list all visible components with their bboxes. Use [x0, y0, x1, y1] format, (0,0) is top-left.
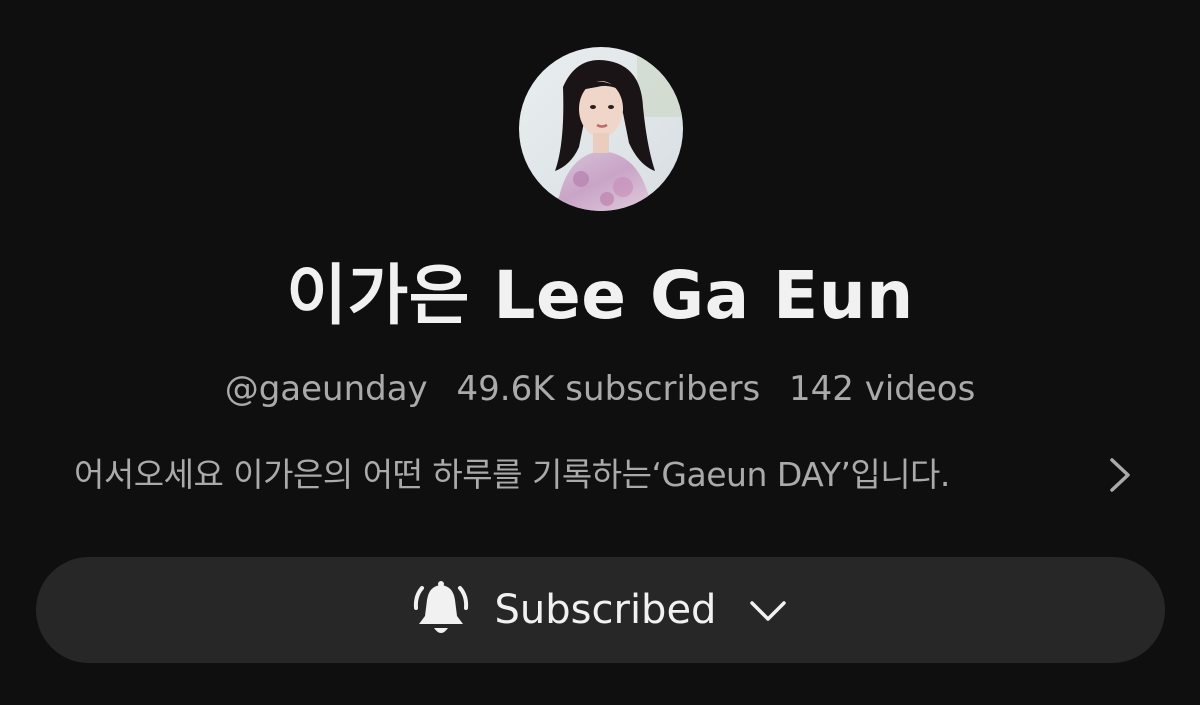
chevron-right-icon[interactable]: [1100, 454, 1140, 496]
channel-meta: @gaeunday 49.6K subscribers 142 videos: [0, 366, 1200, 412]
channel-name: 이가은 Lee Ga Eun: [286, 257, 914, 334]
subscribed-label: Subscribed: [494, 587, 717, 633]
channel-header: 이가은 Lee Ga Eun @gaeunday 49.6K subscribe…: [0, 0, 1200, 705]
chevron-down-icon: [746, 595, 790, 625]
channel-avatar[interactable]: [519, 47, 683, 211]
channel-handle: @gaeunday: [224, 369, 428, 409]
channel-description-text: 어서오세요 이가은의 어떤 하루를 기록하는‘Gaeun DAY’입니다.: [74, 455, 950, 494]
avatar-image: [519, 47, 683, 211]
video-count: 142 videos: [789, 369, 976, 409]
subscribed-button[interactable]: Subscribed: [36, 557, 1165, 663]
channel-description[interactable]: 어서오세요 이가은의 어떤 하루를 기록하는‘Gaeun DAY’입니다.: [74, 452, 1154, 498]
subscriber-count: 49.6K subscribers: [456, 369, 761, 409]
bell-ring-icon: [411, 578, 471, 642]
